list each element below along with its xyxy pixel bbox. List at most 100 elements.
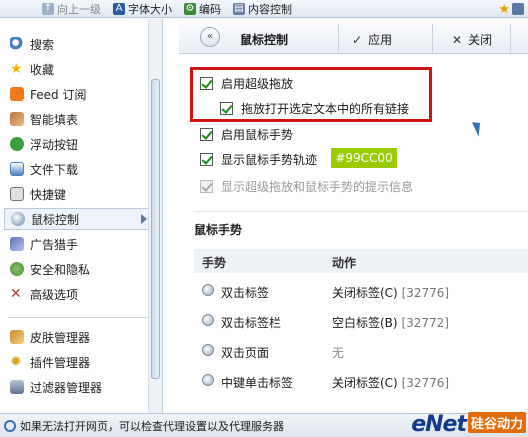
sidebar-scrollbar-thumb[interactable] [151, 79, 160, 379]
toolbar-content-control-button[interactable]: ▤ 内容控制 [233, 1, 292, 17]
logo-text-main: eNet [411, 412, 467, 437]
gesture-name: 双击标签 [221, 286, 270, 300]
sidebar-item-label: 过滤器管理器 [30, 380, 103, 395]
sidebar-item-float-button[interactable]: 浮动按钮 [10, 133, 150, 155]
sidebar-item-label: 高级选项 [30, 287, 79, 302]
sidebar-item-form-fill[interactable]: 智能填表 [10, 108, 150, 130]
panel-title: 鼠标控制 [240, 33, 289, 47]
gestures-checkbox[interactable]: 启用鼠标手势 [200, 126, 293, 143]
gesture-icon [202, 374, 214, 386]
top-toolbar: ↑ 向上一级 A 字体大小 ⚙ 编码 ▤ 内容控制 ★ [0, 0, 528, 18]
gesture-action: 关闭标签(C) [32776] [332, 284, 449, 301]
gesture-icon [202, 344, 214, 356]
table-row[interactable]: 双击标签 关闭标签(C) [32776] [194, 276, 528, 306]
gesture-name: 双击页面 [221, 346, 270, 360]
show-tips-checkbox: 显示超级拖放和鼠标手势的提示信息 [200, 178, 413, 195]
column-header-gesture: 手势 [202, 256, 227, 270]
toolbar-encoding-button[interactable]: ⚙ 编码 [184, 1, 221, 17]
watermark-logo: eNet 硅谷动力 [411, 405, 526, 437]
tools-icon: ✕ [10, 286, 22, 302]
checkbox-label: 显示鼠标手势轨迹 [221, 153, 318, 167]
close-label: 关闭 [468, 33, 493, 47]
toolbar-font-size-label: 字体大小 [128, 2, 172, 16]
checkbox-box[interactable] [220, 102, 233, 115]
sidebar-item-label: 搜索 [30, 37, 55, 52]
checkbox-box[interactable] [200, 153, 213, 166]
ad-hunter-icon [10, 237, 24, 251]
search-icon [10, 37, 24, 51]
toolbar-more-icon[interactable] [512, 3, 524, 15]
gesture-name: 中键单击标签 [221, 376, 294, 390]
checkbox-box[interactable] [200, 128, 213, 141]
toolbar-content-control-label: 内容控制 [248, 2, 292, 16]
toolbar-up-button[interactable]: ↑ 向上一级 [42, 1, 101, 17]
star-icon: ★ [10, 61, 23, 77]
status-text: 如果无法打开网页，可以检查代理设置以及代理服务器 [20, 419, 284, 433]
mouse-cursor-icon [471, 119, 486, 137]
sidebar-item-advanced[interactable]: ✕ 高级选项 [10, 283, 150, 305]
header-separator [432, 24, 433, 52]
sidebar-item-feed[interactable]: Feed 订阅 [10, 83, 150, 105]
sidebar-item-label: 收藏 [30, 62, 55, 77]
close-button[interactable]: ✕ 关闭 [452, 31, 492, 48]
checkbox-box[interactable] [200, 77, 213, 90]
sidebar-item-label: 浮动按钮 [30, 137, 79, 152]
table-row[interactable]: 中键单击标签 关闭标签(C) [32776] [194, 366, 528, 396]
sidebar-item-plugin-manager[interactable]: ✹ 插件管理器 [10, 351, 150, 373]
checkbox-label: 启用鼠标手势 [221, 128, 294, 142]
action-code: [32776] [401, 376, 450, 390]
up-arrow-icon: ↑ [42, 2, 54, 15]
plugin-icon: ✹ [10, 354, 22, 370]
sidebar-item-download[interactable]: 文件下载 [10, 158, 150, 180]
trail-color-swatch[interactable]: #99CC00 [331, 148, 397, 168]
favorite-star-icon[interactable]: ★ [498, 2, 510, 17]
close-icon: ✕ [452, 32, 463, 47]
gesture-section-title: 鼠标手势 [194, 223, 243, 237]
checkbox-label: 拖放打开选定文本中的所有链接 [241, 102, 410, 116]
sidebar-item-search[interactable]: 搜索 [10, 33, 150, 55]
checkbox-label: 启用超级拖放 [221, 77, 294, 91]
security-icon [10, 262, 24, 276]
table-row[interactable]: 双击标签栏 空白标签(B) [32772] [194, 306, 528, 336]
gesture-action: 无 [332, 344, 344, 361]
column-header-action: 动作 [332, 256, 357, 270]
encoding-icon: ⚙ [184, 2, 196, 15]
sidebar-scrollbar[interactable] [148, 19, 162, 413]
chevron-right-icon [141, 214, 147, 224]
sidebar-item-skin-manager[interactable]: 皮肤管理器 [10, 326, 150, 348]
sidebar-item-label: 安全和隐私 [30, 262, 91, 277]
content-control-icon: ▤ [233, 2, 245, 15]
back-button[interactable]: « [200, 27, 220, 47]
font-size-icon: A [113, 2, 125, 15]
super-drag-checkbox[interactable]: 启用超级拖放 [200, 75, 293, 92]
drag-open-links-checkbox[interactable]: 拖放打开选定文本中的所有链接 [220, 100, 409, 117]
header-separator [510, 24, 511, 52]
sidebar-item-security[interactable]: 安全和隐私 [10, 258, 150, 280]
checkmark-icon: ✓ [352, 32, 363, 47]
toolbar-up-label: 向上一级 [57, 2, 101, 16]
table-row[interactable]: 双击页面 无 [194, 336, 528, 366]
gesture-table-header: 手势 动作 [194, 249, 528, 273]
keyboard-icon [10, 187, 24, 201]
gesture-name: 双击标签栏 [221, 316, 282, 330]
section-divider [194, 211, 528, 212]
action-name: 空白标签(B) [332, 316, 398, 330]
sidebar-item-label: 插件管理器 [30, 355, 91, 370]
sidebar-item-mouse-control[interactable]: 鼠标控制 [4, 208, 152, 230]
header-separator [338, 24, 339, 52]
toolbar-font-size-button[interactable]: A 字体大小 [113, 1, 172, 17]
sidebar-item-favorites[interactable]: ★ 收藏 [10, 58, 150, 80]
checkbox-label: 显示超级拖放和鼠标手势的提示信息 [221, 180, 414, 194]
action-code: [32772] [401, 316, 449, 330]
sidebar-item-shortcuts[interactable]: 快捷键 [10, 183, 150, 205]
sidebar-item-filter-manager[interactable]: 过滤器管理器 [10, 376, 150, 398]
gesture-action: 空白标签(B) [32772] [332, 314, 449, 331]
checkbox-box [200, 180, 213, 193]
options-sidebar: 搜索 ★ 收藏 Feed 订阅 智能填表 浮动按钮 文件下载 快捷键 鼠标控制 … [0, 19, 163, 413]
download-icon [10, 162, 24, 176]
show-trail-checkbox[interactable]: 显示鼠标手势轨迹 [200, 151, 317, 168]
sidebar-item-ad-hunter[interactable]: 广告猎手 [10, 233, 150, 255]
apply-button[interactable]: ✓ 应用 [352, 31, 392, 48]
sidebar-item-label: 广告猎手 [30, 237, 79, 252]
toolbar-encoding-label: 编码 [199, 2, 221, 16]
